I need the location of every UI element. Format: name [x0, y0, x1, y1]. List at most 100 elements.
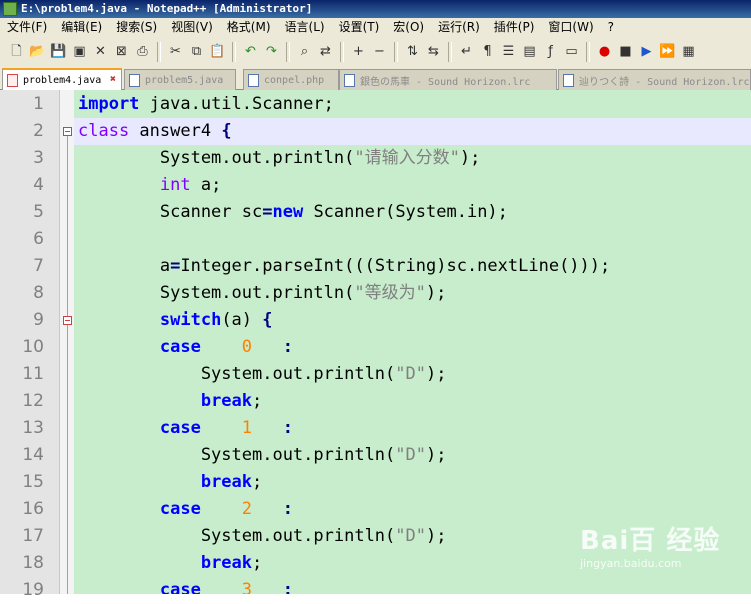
code-line[interactable]: Scanner sc=new Scanner(System.in); — [78, 199, 508, 226]
save-macro-icon[interactable]: ▦ — [680, 43, 697, 60]
code-token: case — [159, 499, 201, 519]
code-line[interactable]: int a; — [78, 172, 221, 199]
code-token: ; — [252, 472, 263, 492]
menu-item-8[interactable]: 运行(R) — [431, 18, 487, 37]
menu-item-1[interactable]: 编辑(E) — [54, 18, 109, 37]
code-line[interactable]: class answer4 { — [78, 118, 232, 145]
tab-1[interactable]: problem5.java — [124, 69, 236, 90]
menu-item-10[interactable]: 窗口(W) — [541, 18, 600, 37]
print-icon[interactable]: ⎙ — [134, 43, 151, 60]
redo-icon[interactable]: ↷ — [263, 43, 280, 60]
copy-icon[interactable]: ⧉ — [188, 43, 205, 60]
open-file-icon[interactable]: 📂 — [29, 43, 46, 60]
baidu-watermark-logo: Bai百 经验 jingyan.baidu.com — [580, 520, 730, 580]
code-line[interactable]: case 3 : — [78, 577, 293, 594]
wrap-icon[interactable]: ↵ — [458, 43, 475, 60]
watermark-url: jingyan.baidu.com — [580, 557, 682, 570]
code-token: case — [159, 418, 201, 438]
code-token: ); — [459, 148, 481, 168]
code-line[interactable]: switch(a) { — [78, 307, 273, 334]
save-all-icon[interactable]: ▣ — [71, 43, 88, 60]
tab-4[interactable]: 辿りつく詩 - Sound Horizon.lrc — [558, 69, 751, 90]
zoom-in-icon[interactable]: + — [350, 43, 367, 60]
menu-item-5[interactable]: 语言(L) — [278, 18, 332, 37]
new-file-icon[interactable]: 🗋 — [8, 43, 25, 60]
code-line[interactable]: case 1 : — [78, 415, 293, 442]
record-macro-icon[interactable]: ● — [596, 43, 613, 60]
code-line[interactable]: System.out.println("请输入分数"); — [78, 145, 480, 172]
code-line[interactable]: System.out.println("D"); — [78, 361, 447, 388]
run-macro-multiple-icon[interactable]: ⏩ — [659, 43, 676, 60]
tab-2[interactable]: conpel.php — [243, 69, 339, 90]
menu-item-9[interactable]: 插件(P) — [487, 18, 542, 37]
close-all-icon[interactable]: ⊠ — [113, 43, 130, 60]
code-line[interactable]: System.out.println("D"); — [78, 523, 447, 550]
indent-guide-icon[interactable]: ☰ — [500, 43, 517, 60]
code-line[interactable]: System.out.println("D"); — [78, 442, 447, 469]
paste-icon[interactable]: 📋 — [209, 43, 226, 60]
code-line[interactable]: break; — [78, 550, 262, 577]
code-token: break — [200, 553, 253, 573]
line-number: 1 — [33, 94, 44, 114]
cut-icon[interactable]: ✂ — [167, 43, 184, 60]
code-line[interactable]: case 2 : — [78, 496, 293, 523]
fold-toggle-class[interactable] — [63, 127, 72, 136]
tab-0[interactable]: problem4.java ✖ — [2, 68, 122, 91]
fold-toggle-switch[interactable] — [63, 316, 72, 325]
menu-item-3[interactable]: 视图(V) — [164, 18, 220, 37]
code-line[interactable]: import java.util.Scanner; — [78, 91, 334, 118]
folder-workspace-icon[interactable]: ▭ — [563, 43, 580, 60]
show-all-chars-icon[interactable]: ¶ — [479, 43, 496, 60]
tab-label: problem5.java — [145, 74, 224, 86]
tab-3[interactable]: 銀色の馬車 - Sound Horizon.lrc — [339, 69, 557, 90]
code-token: case — [159, 337, 201, 357]
tab-label: problem4.java — [23, 75, 102, 86]
menu-item-4[interactable]: 格式(M) — [220, 18, 278, 37]
file-icon — [7, 74, 18, 87]
title-bar: E:\problem4.java - Notepad++ [Administra… — [0, 0, 751, 18]
sync-horizontal-icon[interactable]: ⇆ — [425, 43, 442, 60]
toolbar-separator — [286, 41, 290, 62]
undo-icon[interactable]: ↶ — [242, 43, 259, 60]
menu-item-2[interactable]: 搜索(S) — [109, 18, 164, 37]
function-list-icon[interactable]: ƒ — [542, 43, 559, 60]
sync-vertical-icon[interactable]: ⇅ — [404, 43, 421, 60]
code-editor[interactable]: import java.util.Scanner; class answer4 {… — [74, 90, 751, 594]
menu-item-11[interactable]: ? — [601, 18, 621, 37]
menu-item-0[interactable]: 文件(F) — [0, 18, 54, 37]
code-line[interactable]: a=Integer.parseInt(((String)sc.nextLine(… — [78, 253, 610, 280]
tab-close-icon[interactable]: ✖ — [108, 75, 118, 85]
play-macro-icon[interactable]: ▶ — [638, 43, 655, 60]
line-number: 18 — [22, 553, 44, 573]
menu-item-7[interactable]: 宏(O) — [386, 18, 431, 37]
close-icon[interactable]: ✕ — [92, 43, 109, 60]
code-line[interactable]: System.out.println("等级为"); — [78, 280, 446, 307]
code-line[interactable]: case 0 : — [78, 334, 293, 361]
code-token: 2 — [241, 499, 253, 519]
save-icon[interactable]: 💾 — [50, 43, 67, 60]
doc-map-icon[interactable]: ▤ — [521, 43, 538, 60]
line-number: 8 — [33, 283, 44, 303]
replace-icon[interactable]: ⇄ — [317, 43, 334, 60]
code-token: "D" — [395, 364, 426, 384]
code-token: "请输入分数" — [354, 148, 460, 168]
line-number: 6 — [33, 229, 44, 249]
code-line[interactable]: break; — [78, 469, 262, 496]
stop-record-icon[interactable]: ■ — [617, 43, 634, 60]
zoom-out-icon[interactable]: − — [371, 43, 388, 60]
code-line[interactable]: break; — [78, 388, 262, 415]
line-number: 10 — [22, 337, 44, 357]
find-icon[interactable]: ⌕ — [296, 43, 313, 60]
menu-item-6[interactable]: 设置(T) — [332, 18, 387, 37]
code-token: answer4 — [129, 121, 222, 141]
file-icon — [563, 74, 574, 87]
file-icon — [129, 74, 140, 87]
code-token: System.out.println( — [78, 283, 355, 303]
